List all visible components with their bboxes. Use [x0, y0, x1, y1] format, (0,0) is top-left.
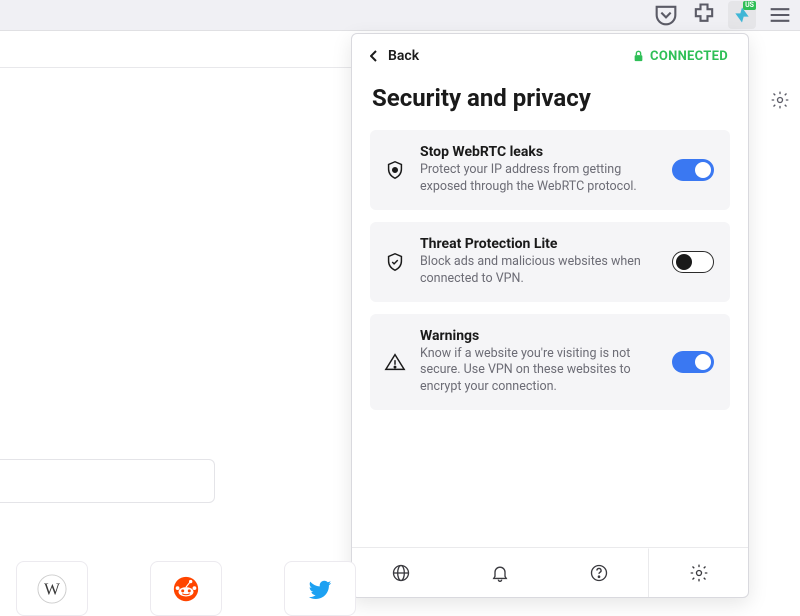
help-icon: [589, 563, 609, 583]
pocket-icon[interactable]: [652, 1, 680, 29]
setting-webrtc: Stop WebRTC leaks Protect your IP addres…: [370, 130, 730, 210]
page-settings-icon[interactable]: [770, 90, 790, 110]
tab-notifications[interactable]: [451, 548, 550, 597]
shortcut-row: W: [16, 561, 356, 616]
twitter-icon: [305, 574, 335, 604]
tab-settings[interactable]: [648, 548, 748, 597]
extensions-icon[interactable]: [690, 1, 718, 29]
tab-help[interactable]: [550, 548, 649, 597]
browser-toolbar: US: [0, 0, 800, 31]
setting-title: Threat Protection Lite: [420, 236, 658, 252]
setting-warnings: Warnings Know if a website you're visiti…: [370, 314, 730, 411]
svg-text:W: W: [44, 579, 60, 598]
setting-threat-protection: Threat Protection Lite Block ads and mal…: [370, 222, 730, 302]
setting-desc: Block ads and malicious websites when co…: [420, 254, 658, 288]
shortcut-wikipedia[interactable]: W: [16, 561, 88, 616]
wikipedia-icon: W: [37, 574, 67, 604]
toggle-webrtc[interactable]: [672, 159, 714, 181]
panel-header: Back CONNECTED: [352, 34, 748, 74]
webrtc-icon: [384, 158, 406, 182]
panel-bottom-tabs: [352, 547, 748, 597]
lock-icon: [633, 50, 644, 62]
status-label: CONNECTED: [650, 49, 728, 64]
page-title: Security and privacy: [352, 74, 748, 130]
globe-icon: [391, 563, 411, 583]
back-label: Back: [388, 48, 419, 64]
vpn-settings-panel: Back CONNECTED Security and privacy Stop…: [351, 33, 749, 598]
warning-icon: [384, 350, 406, 374]
setting-title: Stop WebRTC leaks: [420, 144, 658, 160]
search-box-region[interactable]: [0, 459, 215, 503]
toggle-threat-protection[interactable]: [672, 251, 714, 273]
shortcut-reddit[interactable]: [150, 561, 222, 616]
hamburger-menu-icon[interactable]: [766, 1, 794, 29]
back-button[interactable]: Back: [370, 48, 419, 64]
vpn-country-badge: US: [743, 1, 756, 10]
settings-list: Stop WebRTC leaks Protect your IP addres…: [352, 130, 748, 410]
connection-status: CONNECTED: [633, 49, 728, 64]
setting-title: Warnings: [420, 328, 658, 344]
shield-icon: [384, 250, 406, 274]
reddit-icon: [171, 574, 201, 604]
setting-desc: Protect your IP address from getting exp…: [420, 162, 658, 196]
toggle-warnings[interactable]: [672, 351, 714, 373]
vpn-extension-button[interactable]: US: [728, 1, 756, 29]
setting-desc: Know if a website you're visiting is not…: [420, 346, 658, 397]
gear-icon: [689, 563, 709, 583]
tab-globe[interactable]: [352, 548, 451, 597]
shortcut-twitter[interactable]: [284, 561, 356, 616]
bell-icon: [490, 563, 510, 583]
